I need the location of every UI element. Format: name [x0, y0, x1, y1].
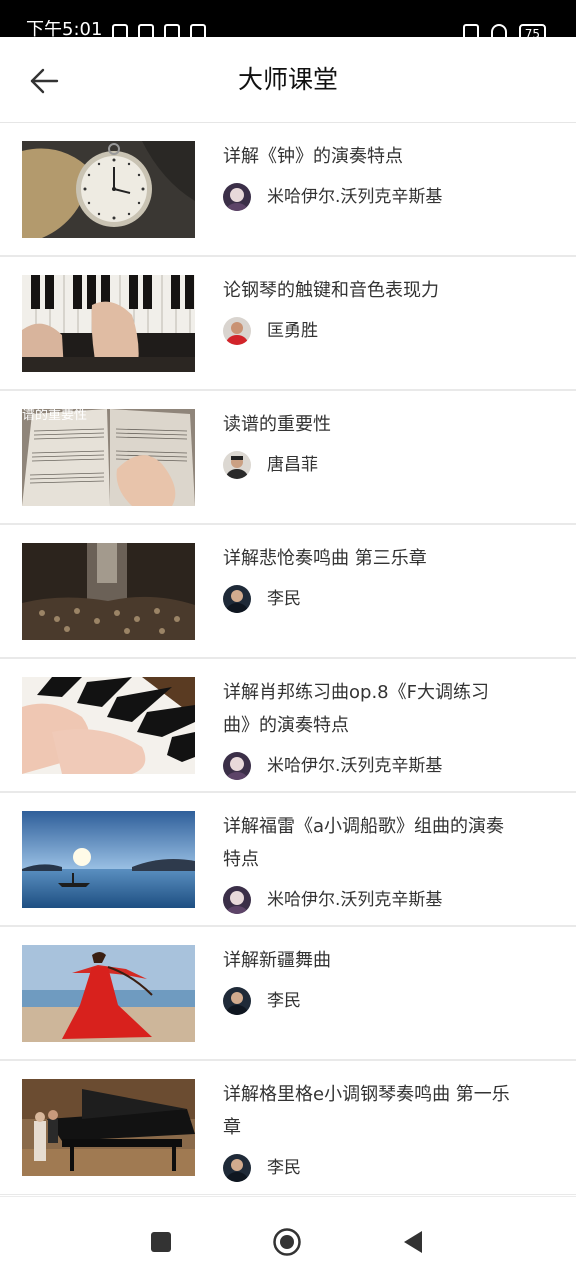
teacher-name: 米哈伊尔.沃列克辛斯基 — [267, 756, 443, 776]
home-button[interactable] — [272, 1227, 302, 1257]
course-list: 详解《钟》的演奏特点 米哈伊尔.沃列克辛斯基 论钢琴的触键和音色表现力 匡勇胜 … — [0, 123, 576, 1195]
course-title: 论钢琴的触键和音色表现力 — [223, 280, 439, 301]
avatar — [223, 752, 251, 780]
teacher-row: 米哈伊尔.沃列克辛斯基 — [223, 886, 442, 914]
course-item[interactable]: 详解悲怆奏鸣曲 第三乐章 李民 — [0, 525, 576, 659]
course-thumbnail — [22, 141, 195, 238]
teacher-name: 李民 — [267, 1158, 301, 1178]
course-thumbnail: 谱的重要性 — [22, 409, 195, 506]
location-icon — [164, 24, 180, 37]
avatar — [223, 451, 251, 479]
course-item[interactable]: 详解格里格e小调钢琴奏鸣曲 第一乐章 李民 — [0, 1061, 576, 1195]
teacher-row: 匡勇胜 — [223, 317, 318, 345]
course-title: 详解福雷《a小调船歌》组曲的演奏特点 — [223, 816, 505, 870]
teacher-row: 李民 — [223, 1154, 301, 1182]
avatar — [223, 886, 251, 914]
app-header: 大师课堂 — [0, 37, 576, 123]
course-thumbnail — [22, 945, 195, 1042]
avatar — [223, 987, 251, 1015]
course-item[interactable]: 论钢琴的触键和音色表现力 匡勇胜 — [0, 257, 576, 391]
sim-icon — [462, 24, 479, 37]
teacher-name: 匡勇胜 — [267, 321, 318, 341]
status-right-icons: 75 — [462, 24, 546, 37]
course-item[interactable]: 详解新疆舞曲 李民 — [0, 927, 576, 1061]
back-nav-button[interactable] — [398, 1227, 428, 1257]
avatar — [223, 1154, 251, 1182]
status-left-icons — [112, 24, 206, 37]
teacher-row: 米哈伊尔.沃列克辛斯基 — [223, 183, 442, 211]
square-recents-icon — [151, 1232, 171, 1252]
teacher-row: 唐昌菲 — [223, 451, 318, 479]
course-item[interactable]: 详解《钟》的演奏特点 米哈伊尔.沃列克辛斯基 — [0, 123, 576, 257]
page-title: 大师课堂 — [237, 65, 338, 94]
teacher-row: 李民 — [223, 987, 301, 1015]
battery-icon: 75 — [518, 24, 546, 37]
course-thumbnail — [22, 543, 195, 640]
course-title: 详解新疆舞曲 — [223, 950, 331, 971]
course-item[interactable]: 详解肖邦练习曲op.8《F大调练习曲》的演奏特点 米哈伊尔.沃列克辛斯基 — [0, 659, 576, 793]
avatar — [223, 317, 251, 345]
circle-home-icon — [273, 1228, 301, 1256]
course-title: 详解《钟》的演奏特点 — [223, 146, 403, 167]
wifi-icon — [490, 24, 507, 37]
download-icon — [190, 24, 206, 37]
course-item[interactable]: 谱的重要性 读谱的重要性 唐昌菲 — [0, 391, 576, 525]
course-title: 详解悲怆奏鸣曲 第三乐章 — [223, 548, 427, 569]
teacher-name: 唐昌菲 — [267, 455, 318, 475]
status-time: 下午5:01 — [26, 20, 103, 37]
course-title: 读谱的重要性 — [223, 414, 331, 435]
teacher-name: 米哈伊尔.沃列克辛斯基 — [267, 890, 443, 910]
course-thumbnail — [22, 677, 195, 774]
teacher-name: 李民 — [267, 589, 301, 609]
teacher-row: 米哈伊尔.沃列克辛斯基 — [223, 752, 442, 780]
thumbnail-overlay-text: 谱的重要性 — [22, 409, 88, 423]
course-title: 详解肖邦练习曲op.8《F大调练习曲》的演奏特点 — [223, 682, 489, 736]
course-thumbnail — [22, 1079, 195, 1176]
teacher-name: 米哈伊尔.沃列克辛斯基 — [267, 187, 443, 207]
course-thumbnail — [22, 275, 195, 372]
status-bar: 下午5:01 75 — [0, 0, 576, 37]
teacher-row: 李民 — [223, 585, 301, 613]
course-thumbnail — [22, 811, 195, 908]
course-item[interactable]: 详解福雷《a小调船歌》组曲的演奏特点 米哈伊尔.沃列克辛斯基 — [0, 793, 576, 927]
recents-button[interactable] — [146, 1227, 176, 1257]
system-nav-bar — [0, 1196, 576, 1280]
avatar — [223, 183, 251, 211]
triangle-back-icon — [404, 1231, 422, 1253]
notification-icon — [138, 24, 154, 37]
course-title: 详解格里格e小调钢琴奏鸣曲 第一乐章 — [223, 1084, 510, 1138]
avatar — [223, 585, 251, 613]
mute-icon — [112, 24, 128, 37]
teacher-name: 李民 — [267, 991, 301, 1011]
